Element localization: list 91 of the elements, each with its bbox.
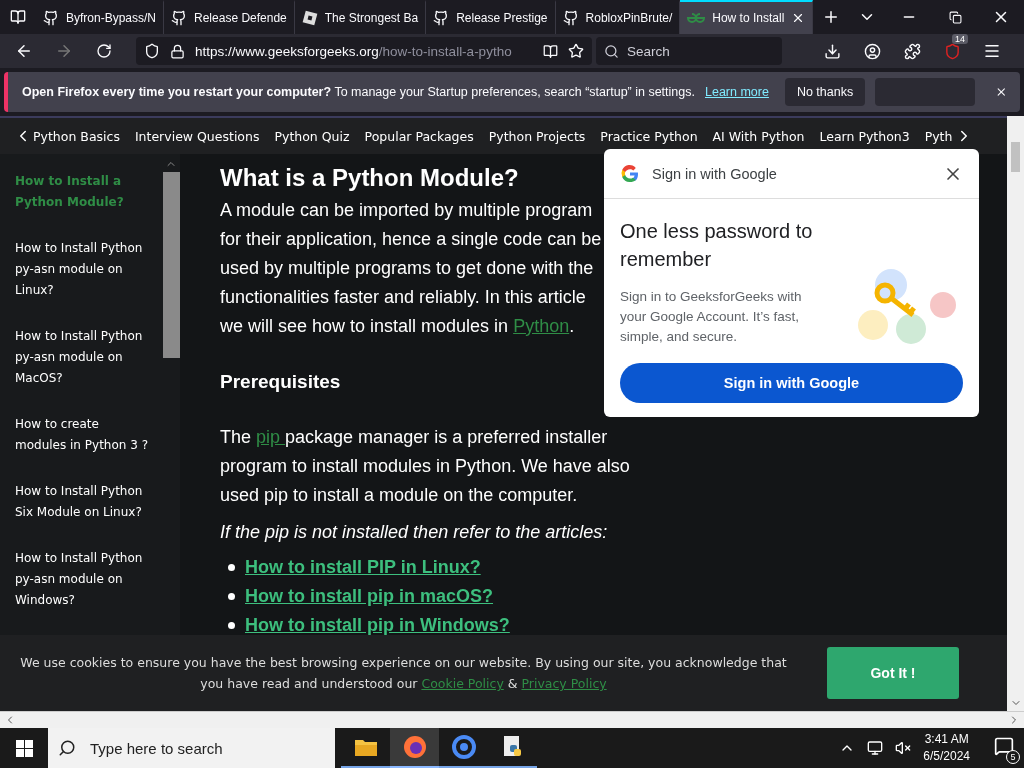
extension-badge: 14 bbox=[952, 33, 968, 44]
python-link[interactable]: Python bbox=[513, 316, 570, 336]
taskbar-clock[interactable]: 3:41 AM 6/5/2024 bbox=[923, 731, 970, 765]
folder-icon[interactable] bbox=[353, 737, 378, 757]
github-cat-icon bbox=[171, 10, 188, 26]
menu-icon[interactable] bbox=[983, 42, 1001, 60]
sidebar-link[interactable]: How to Install Python py-asn module on MacOS? bbox=[15, 326, 150, 389]
address-field[interactable]: https://www.geeksforgeeks.org/how-to-install-a-pytho bbox=[136, 37, 592, 65]
article-paragraph: The pip package manager is a preferred installer program to install modules in Python. We have also used pip to install a module on the computer. bbox=[220, 426, 631, 507]
article-text: used by multiple programs to get done with the bbox=[220, 257, 594, 280]
sidebar-link[interactable]: How to create modules in Python 3 ? bbox=[15, 414, 150, 456]
time-text: 3:41 AM bbox=[924, 731, 969, 748]
url-host: https://www.geeksforgeeks.org bbox=[195, 43, 379, 59]
nav-link[interactable]: AI With Python bbox=[712, 128, 805, 144]
article-heading: What is a Python Module? bbox=[220, 164, 519, 192]
search-icon bbox=[604, 43, 619, 59]
tab-title: Release Prestige bbox=[456, 11, 548, 25]
popup-title: Sign in with Google bbox=[652, 165, 778, 182]
linked-rings-icon bbox=[687, 12, 706, 24]
tab-title: How to Install bbox=[712, 11, 785, 25]
shield-icon[interactable] bbox=[144, 43, 160, 59]
bullet-icon bbox=[228, 622, 235, 629]
tab-title: Release Defende bbox=[194, 11, 287, 25]
github-cat-icon bbox=[43, 10, 59, 26]
cookie-policy-link[interactable]: Cookie Policy bbox=[421, 676, 504, 691]
google-g-icon bbox=[620, 163, 640, 184]
article-link[interactable]: How to install PIP in Linux? bbox=[245, 557, 481, 578]
notification-text: Open Firefox every time you restart your computer? To manage your Startup preferences, search “startup” in settings. bbox=[22, 85, 695, 99]
search-field[interactable]: Search bbox=[596, 37, 782, 65]
nav-link[interactable]: Python Basics bbox=[33, 128, 120, 144]
tab-title: Byfron-Bypass/N bbox=[66, 11, 157, 25]
windows-logo-icon[interactable] bbox=[15, 739, 33, 757]
nav-link[interactable]: Practice Python bbox=[600, 128, 698, 144]
close-icon[interactable] bbox=[995, 85, 1008, 99]
taskbar-search-field[interactable]: Type here to search bbox=[48, 728, 335, 768]
account-icon[interactable] bbox=[863, 42, 881, 60]
article-text: we will see how to install modules in Python. bbox=[220, 315, 575, 338]
date-text: 6/5/2024 bbox=[923, 748, 970, 765]
section-heading: Prerequisites bbox=[220, 371, 341, 393]
article-text: A module can be imported by multiple program bbox=[220, 199, 593, 222]
extensions-icon[interactable] bbox=[903, 42, 921, 60]
back-icon[interactable] bbox=[15, 42, 33, 60]
nav-link[interactable]: Pyth bbox=[924, 128, 953, 144]
article-note: If the pip is not installed then refer to the articles: bbox=[220, 521, 608, 544]
download-icon[interactable] bbox=[823, 42, 841, 60]
ring-icon[interactable] bbox=[451, 735, 476, 759]
scrollbar-thumb[interactable] bbox=[1011, 142, 1020, 172]
article-link[interactable]: How to install pip in macOS? bbox=[245, 586, 494, 607]
article-text: for their application, hence a single code can be bbox=[220, 228, 602, 251]
privacy-policy-link[interactable]: Privacy Policy bbox=[521, 676, 607, 691]
sidebar-link[interactable]: How to Install Python py-asn module on Windows? bbox=[15, 548, 150, 611]
nav-link[interactable]: Interview Questions bbox=[134, 128, 260, 144]
reader-view-icon[interactable] bbox=[543, 43, 558, 59]
notification-count: 5 bbox=[1006, 750, 1020, 764]
bullet-icon bbox=[228, 564, 235, 571]
sidebar-link[interactable]: How to Install a Python Module? bbox=[15, 171, 150, 213]
sidebar-link[interactable]: How to Install Python py-asn module on Linux? bbox=[15, 238, 150, 301]
article-link[interactable]: How to install pip in Windows? bbox=[245, 615, 510, 636]
article-text: functionalities faster and reliably. In this article bbox=[220, 286, 586, 309]
lock-icon[interactable] bbox=[170, 43, 185, 59]
browser-tab[interactable]: How to Install bbox=[680, 0, 814, 34]
github-cat-icon bbox=[433, 10, 450, 26]
url-path: /how-to-install-a-pytho bbox=[378, 43, 513, 59]
nav-link[interactable]: Python Projects bbox=[488, 128, 586, 144]
reload-icon[interactable] bbox=[96, 43, 112, 59]
github-cat-icon bbox=[562, 10, 579, 26]
pip-link[interactable]: pip bbox=[256, 427, 286, 447]
bookmark-star-icon[interactable] bbox=[568, 43, 584, 59]
network-icon[interactable] bbox=[867, 740, 884, 756]
search-icon bbox=[58, 739, 76, 757]
scrollbar-thumb[interactable] bbox=[162, 172, 180, 358]
nav-link[interactable]: Python Quiz bbox=[274, 128, 350, 144]
notifications-icon[interactable] bbox=[994, 736, 1014, 756]
no-thanks-button[interactable]: No thanks bbox=[784, 78, 866, 106]
nav-link[interactable]: Popular Packages bbox=[364, 128, 474, 144]
popup-headline: One less password to remember bbox=[620, 219, 814, 272]
nav-link[interactable]: Learn Python3 bbox=[819, 128, 910, 144]
tab-title: The Strongest Ba bbox=[324, 11, 419, 25]
tab-title: RobloxPinBrute/ bbox=[585, 11, 673, 25]
forward-icon[interactable] bbox=[55, 42, 73, 60]
shield-extension-icon[interactable] bbox=[943, 42, 961, 60]
muted-volume-icon[interactable] bbox=[895, 740, 912, 756]
restore-icon[interactable] bbox=[948, 10, 962, 24]
fox-globe-icon[interactable] bbox=[402, 735, 427, 759]
learn-more-link[interactable]: Learn more bbox=[705, 85, 769, 99]
popup-text: Sign in to GeeksforGeeks with your Google Account. It’s fast, simple, and secure. bbox=[620, 288, 803, 346]
bullet-icon bbox=[228, 593, 235, 600]
python-file-icon[interactable] bbox=[501, 735, 524, 759]
sidebar-link[interactable]: How to Install Python Six Module on Linux? bbox=[15, 481, 150, 523]
cookie-text: We use cookies to ensure you have the best browsing experience on our website. By using our site, you acknowledge that you have read and understood our Cookie Policy & Privacy Policy bbox=[20, 654, 787, 693]
sign-in-button[interactable]: Sign in with Google bbox=[620, 363, 963, 403]
